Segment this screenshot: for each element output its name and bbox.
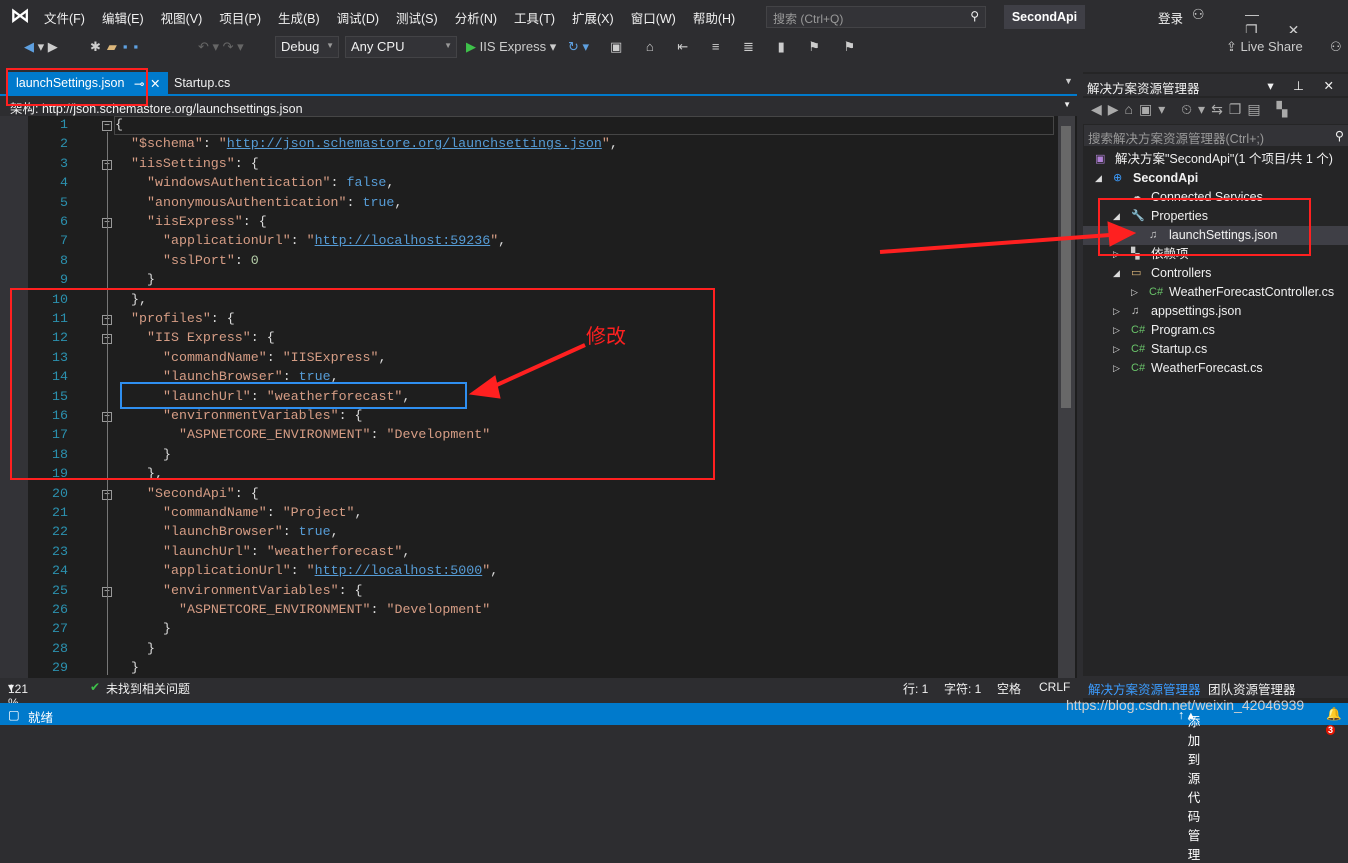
arrow-to-launchsettings	[879, 233, 1111, 254]
arrowhead	[468, 375, 501, 399]
arrowhead	[1107, 221, 1137, 247]
notification-count: 3	[1326, 725, 1336, 735]
annotation-arrows	[468, 221, 1137, 399]
arrow-to-launchurl	[489, 343, 586, 390]
source-control-label: 添加到源代码管理	[1187, 715, 1201, 862]
